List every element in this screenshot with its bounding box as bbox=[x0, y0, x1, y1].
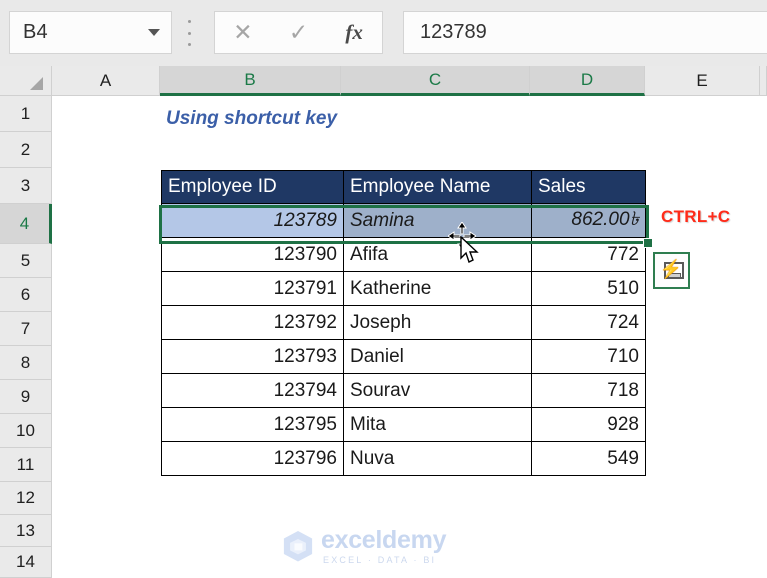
cell-b7[interactable]: 123792 bbox=[161, 305, 344, 340]
column-header-row: A B C D E bbox=[0, 66, 767, 96]
fill-handle[interactable] bbox=[643, 238, 653, 248]
column-header-b[interactable]: B bbox=[160, 66, 341, 96]
cell-d9[interactable]: 718 bbox=[531, 373, 646, 408]
cell-d11[interactable]: 549 bbox=[531, 441, 646, 476]
cell-b1-title: Using shortcut key bbox=[166, 108, 338, 129]
formula-bar-grip bbox=[185, 20, 193, 46]
cell-c6[interactable]: Katherine bbox=[343, 271, 532, 306]
table-row[interactable]: 123793 Daniel 710 bbox=[161, 339, 646, 374]
cell-b8[interactable]: 123793 bbox=[161, 339, 344, 374]
chevron-down-icon bbox=[148, 29, 160, 36]
cell-c4[interactable]: Samina bbox=[343, 203, 532, 238]
column-header-d[interactable]: D bbox=[530, 66, 645, 96]
row-header-10[interactable]: 10 bbox=[0, 414, 52, 448]
table-row[interactable]: 123789 Samina 862.00৳ bbox=[161, 203, 646, 238]
select-all-corner[interactable] bbox=[0, 66, 52, 96]
quick-analysis-icon: ⚡ bbox=[659, 258, 684, 281]
column-header-c[interactable]: C bbox=[341, 66, 530, 96]
select-all-triangle-icon bbox=[30, 77, 43, 90]
cell-d10[interactable]: 928 bbox=[531, 407, 646, 442]
cancel-button[interactable]: ✕ bbox=[215, 12, 271, 53]
exceldemy-watermark: exceldemy EXCEL · DATA · BI bbox=[283, 526, 493, 566]
row-header-11[interactable]: 11 bbox=[0, 448, 52, 482]
quick-analysis-button[interactable]: ⚡ bbox=[653, 252, 690, 289]
cell-d4[interactable]: 862.00৳ bbox=[531, 203, 646, 238]
watermark-tagline: EXCEL · DATA · BI bbox=[323, 554, 437, 565]
cell-b9[interactable]: 123794 bbox=[161, 373, 344, 408]
formula-bar-buttons: ✕ ✓ fx bbox=[214, 11, 383, 54]
check-icon: ✓ bbox=[288, 19, 309, 45]
watermark-text: exceldemy EXCEL · DATA · BI bbox=[321, 525, 447, 565]
row-header-4[interactable]: 4 bbox=[0, 204, 52, 244]
row-header-8[interactable]: 8 bbox=[0, 346, 52, 380]
column-header-employee-id: Employee ID bbox=[161, 170, 344, 204]
insert-function-button[interactable]: fx bbox=[326, 12, 382, 53]
cell-c10[interactable]: Mita bbox=[343, 407, 532, 442]
row-header-2[interactable]: 2 bbox=[0, 132, 52, 168]
lightning-bolt-icon: ⚡ bbox=[659, 258, 682, 279]
formula-bar-area: B4 ✕ ✓ fx 123789 bbox=[0, 0, 767, 66]
cell-b11[interactable]: 123796 bbox=[161, 441, 344, 476]
cell-b10[interactable]: 123795 bbox=[161, 407, 344, 442]
row-header-13[interactable]: 13 bbox=[0, 515, 52, 547]
employee-sales-table: Employee ID Employee Name Sales 123789 S… bbox=[161, 170, 646, 476]
excel-worksheet-window: B4 ✕ ✓ fx 123789 A B C D E 1 2 3 4 5 6 7… bbox=[0, 0, 767, 578]
table-header-row: Employee ID Employee Name Sales bbox=[161, 170, 646, 204]
row-header-1[interactable]: 1 bbox=[0, 96, 52, 132]
cell-b5[interactable]: 123790 bbox=[161, 237, 344, 272]
cube-logo-icon bbox=[283, 531, 313, 562]
cell-c7[interactable]: Joseph bbox=[343, 305, 532, 340]
row-header-9[interactable]: 9 bbox=[0, 380, 52, 414]
row-header-5[interactable]: 5 bbox=[0, 244, 52, 278]
close-x-icon: ✕ bbox=[233, 19, 253, 45]
name-box-value: B4 bbox=[23, 21, 48, 43]
cell-c11[interactable]: Nuva bbox=[343, 441, 532, 476]
cell-c8[interactable]: Daniel bbox=[343, 339, 532, 374]
shortcut-annotation: CTRL+C bbox=[661, 207, 731, 226]
cell-d6[interactable]: 510 bbox=[531, 271, 646, 306]
cell-c5[interactable]: Afifa bbox=[343, 237, 532, 272]
enter-button[interactable]: ✓ bbox=[271, 12, 327, 53]
column-header-a[interactable]: A bbox=[52, 66, 160, 96]
table-row[interactable]: 123794 Sourav 718 bbox=[161, 373, 646, 408]
table-row[interactable]: 123790 Afifa 772 bbox=[161, 237, 646, 272]
grip-dot bbox=[187, 43, 191, 46]
row-header-6[interactable]: 6 bbox=[0, 278, 52, 312]
table-row[interactable]: 123792 Joseph 724 bbox=[161, 305, 646, 340]
row-header-12[interactable]: 12 bbox=[0, 482, 52, 515]
cell-b6[interactable]: 123791 bbox=[161, 271, 344, 306]
column-header-e[interactable]: E bbox=[645, 66, 760, 96]
row-header-3[interactable]: 3 bbox=[0, 168, 52, 204]
grip-dot bbox=[187, 20, 191, 23]
watermark-brand: exceldemy bbox=[321, 525, 447, 554]
grip-dot bbox=[187, 31, 191, 35]
cell-b4[interactable]: 123789 bbox=[161, 203, 344, 238]
formula-input[interactable]: 123789 bbox=[403, 11, 767, 54]
table-row[interactable]: 123791 Katherine 510 bbox=[161, 271, 646, 306]
row-header-14[interactable]: 14 bbox=[0, 547, 52, 578]
cell-d8[interactable]: 710 bbox=[531, 339, 646, 374]
table-row[interactable]: 123795 Mita 928 bbox=[161, 407, 646, 442]
column-header-employee-name: Employee Name bbox=[343, 170, 532, 204]
cell-c9[interactable]: Sourav bbox=[343, 373, 532, 408]
column-header-f[interactable] bbox=[760, 66, 767, 96]
fx-icon: fx bbox=[345, 20, 363, 44]
formula-value: 123789 bbox=[420, 21, 487, 43]
table-row[interactable]: 123796 Nuva 549 bbox=[161, 441, 646, 476]
cell-d5[interactable]: 772 bbox=[531, 237, 646, 272]
column-header-sales: Sales bbox=[531, 170, 646, 204]
row-header-7[interactable]: 7 bbox=[0, 312, 52, 346]
name-box-dropdown[interactable] bbox=[137, 29, 171, 36]
cell-d7[interactable]: 724 bbox=[531, 305, 646, 340]
name-box[interactable]: B4 bbox=[9, 11, 172, 54]
